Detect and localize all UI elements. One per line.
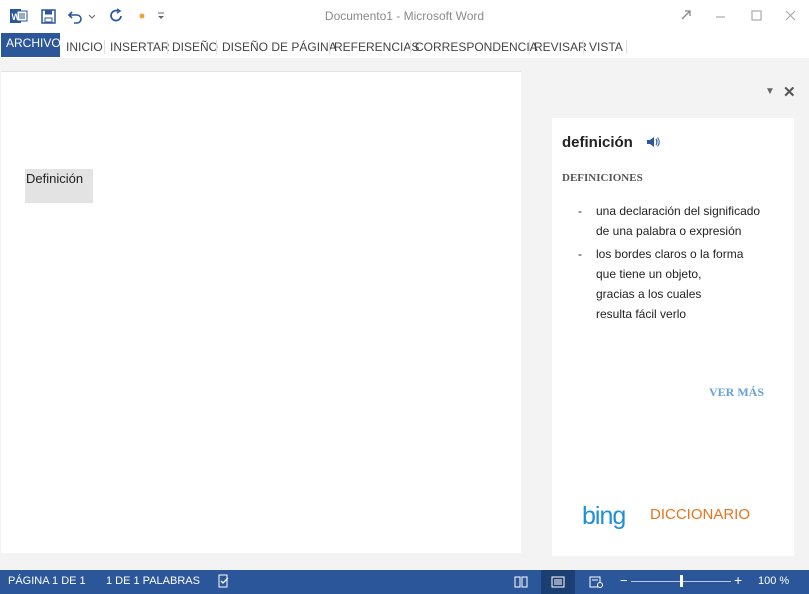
title-bar: W Documento1 - Microsoft Word	[0, 0, 809, 32]
page-count[interactable]: PÁGINA 1 DE 1	[8, 575, 86, 587]
bing-logo: bing	[582, 502, 626, 530]
tab-separator	[410, 40, 411, 54]
definition-text: una declaración del significado de una p…	[596, 204, 761, 238]
see-more-link[interactable]: VER MÁS	[709, 385, 764, 400]
definition-item: - los bordes claros o la forma que tiene…	[578, 244, 780, 324]
web-layout-icon[interactable]	[579, 570, 613, 594]
word-count[interactable]: 1 DE 1 PALABRAS	[106, 575, 200, 587]
pane-options-icon[interactable]: ▼	[765, 86, 775, 97]
bullet-dash: -	[578, 247, 582, 261]
tab-diseno-de-pagina[interactable]: DISEÑO DE PÁGINA	[222, 36, 337, 58]
tab-revisar[interactable]: REVISAR	[534, 36, 587, 58]
tab-separator	[167, 40, 168, 54]
definition-word: definición	[562, 134, 633, 151]
ribbon-display-options-icon[interactable]	[674, 6, 698, 24]
document-area	[0, 58, 537, 570]
status-bar: PÁGINA 1 DE 1 1 DE 1 PALABRAS − + 100 %	[0, 570, 809, 594]
tab-vista[interactable]: VISTA	[589, 36, 623, 58]
tab-referencias[interactable]: REFERENCIAS	[334, 36, 419, 58]
zoom-in-button[interactable]: +	[734, 572, 742, 588]
definition-text: los bordes claros o la forma que tiene u…	[596, 247, 744, 321]
tab-separator	[329, 40, 330, 54]
tab-correspondencia[interactable]: CORRESPONDENCIA	[415, 36, 538, 58]
pane-close-icon[interactable]: ✕	[783, 83, 796, 101]
maximize-icon[interactable]	[744, 6, 768, 24]
close-window-icon[interactable]	[778, 6, 802, 24]
print-layout-icon[interactable]	[541, 570, 575, 594]
selected-text[interactable]: Definición	[25, 169, 93, 203]
zoom-level[interactable]: 100 %	[758, 575, 789, 587]
tab-separator	[216, 40, 217, 54]
zoom-out-button[interactable]: −	[620, 573, 628, 588]
tab-separator	[583, 40, 584, 54]
tab-diseno[interactable]: DISEÑO	[172, 36, 218, 58]
zoom-slider-thumb[interactable]	[680, 575, 683, 587]
tab-separator	[104, 40, 105, 54]
ribbon-tabs: ARCHIVO INICIO INSERTAR DISEÑO DISEÑO DE…	[0, 32, 809, 58]
proofing-icon[interactable]	[217, 574, 231, 591]
definitions-heading: DEFINICIONES	[562, 172, 643, 184]
document-page[interactable]	[1, 71, 521, 553]
speaker-icon[interactable]	[646, 135, 660, 152]
tab-separator	[529, 40, 530, 54]
dictionary-label: DICCIONARIO	[650, 506, 751, 523]
tab-inicio[interactable]: INICIO	[66, 36, 103, 58]
dictionary-pane: ▼ ✕ definición DEFINICIONES - una declar…	[537, 58, 809, 570]
definition-card: definición DEFINICIONES - una declaració…	[552, 118, 794, 556]
read-mode-icon[interactable]	[504, 570, 538, 594]
tab-separator	[626, 40, 627, 54]
minimize-icon[interactable]	[708, 6, 732, 24]
definition-item: - una declaración del significado de una…	[578, 201, 780, 241]
tab-insertar[interactable]: INSERTAR	[110, 36, 170, 58]
bullet-dash: -	[578, 204, 582, 218]
tab-archivo[interactable]: ARCHIVO	[1, 33, 61, 57]
